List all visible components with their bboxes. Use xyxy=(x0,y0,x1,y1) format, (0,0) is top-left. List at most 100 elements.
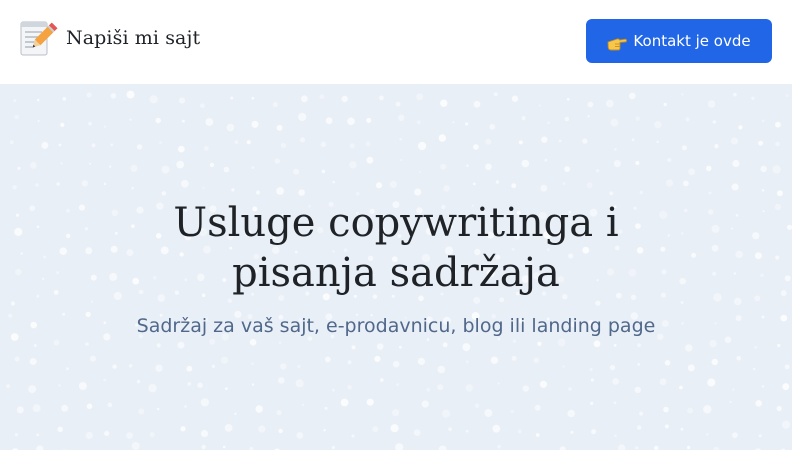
background-dot xyxy=(395,443,404,450)
background-dot xyxy=(683,180,689,187)
background-dot xyxy=(131,186,134,190)
background-dot xyxy=(149,95,158,104)
background-dot xyxy=(762,210,765,213)
background-dot xyxy=(714,144,719,149)
background-dot xyxy=(786,224,792,230)
brand-logo-link[interactable]: Napiši mi sajt xyxy=(18,18,200,58)
background-dot xyxy=(272,102,278,108)
background-dot xyxy=(497,382,500,385)
background-dot xyxy=(231,188,235,192)
background-dot xyxy=(85,247,93,255)
background-dot xyxy=(724,336,732,344)
background-dot xyxy=(465,384,473,392)
background-dot xyxy=(298,112,307,121)
background-dot xyxy=(126,90,135,99)
background-dot xyxy=(148,384,157,393)
background-dot xyxy=(664,360,671,366)
background-dot xyxy=(324,356,331,363)
background-dot xyxy=(751,96,755,100)
background-dot xyxy=(366,398,374,406)
background-dot xyxy=(442,342,448,348)
background-dot xyxy=(590,378,595,382)
background-dot xyxy=(489,124,496,130)
background-dot xyxy=(566,98,570,101)
background-dot xyxy=(126,432,133,439)
background-dot xyxy=(66,233,71,239)
background-dot xyxy=(53,339,60,346)
background-dot xyxy=(366,117,372,123)
background-dot xyxy=(398,114,405,121)
background-dot xyxy=(276,124,283,131)
pointing-hand-icon xyxy=(607,37,628,50)
background-dot xyxy=(613,160,622,168)
background-dot xyxy=(16,406,24,414)
background-dot xyxy=(535,433,540,437)
background-dot xyxy=(103,378,107,382)
background-dot xyxy=(687,407,694,414)
background-dot xyxy=(136,144,143,150)
background-dot xyxy=(731,183,739,191)
background-dot xyxy=(62,312,66,316)
background-dot xyxy=(610,118,619,127)
background-dot xyxy=(663,406,669,413)
background-dot xyxy=(35,183,39,187)
background-dot xyxy=(366,156,374,164)
background-dot xyxy=(782,383,790,391)
background-dot xyxy=(758,140,764,146)
background-dot xyxy=(708,209,714,215)
background-dot xyxy=(666,179,674,187)
background-dot xyxy=(562,182,566,185)
background-dot xyxy=(518,140,523,145)
hero-section: Usluge copywritinga i pisanja sadržaja S… xyxy=(0,84,792,450)
background-dot xyxy=(713,293,722,302)
background-dot xyxy=(251,362,255,366)
background-dot xyxy=(511,95,519,102)
background-dot xyxy=(687,445,691,450)
background-dot xyxy=(775,121,781,128)
background-dot xyxy=(418,141,427,151)
background-dot xyxy=(685,117,690,122)
background-dot xyxy=(205,118,214,126)
background-dot xyxy=(78,382,87,390)
background-dot xyxy=(178,97,185,104)
background-dot xyxy=(36,445,44,450)
background-dot xyxy=(20,252,23,255)
background-dot xyxy=(129,118,132,121)
contact-button[interactable]: Kontakt je ovde xyxy=(586,19,772,63)
background-dot xyxy=(15,213,20,217)
background-dot xyxy=(14,433,19,437)
background-dot xyxy=(255,190,261,195)
background-dot xyxy=(200,398,209,407)
background-dot xyxy=(61,404,69,412)
background-dot xyxy=(706,433,709,436)
background-dot xyxy=(280,142,287,149)
background-dot xyxy=(66,208,70,213)
hero-title: Usluge copywritinga i pisanja sadržaja xyxy=(173,200,619,296)
background-dot xyxy=(664,424,669,429)
background-dot xyxy=(8,313,13,318)
background-dot xyxy=(197,382,203,388)
background-dot xyxy=(465,429,469,433)
background-dot xyxy=(380,378,384,382)
background-dot xyxy=(570,430,574,434)
background-dot xyxy=(754,252,762,260)
background-dot xyxy=(347,384,352,390)
background-dot xyxy=(37,120,40,122)
background-dot xyxy=(511,183,517,189)
background-dot xyxy=(522,385,529,392)
background-dot xyxy=(340,398,349,407)
background-dot xyxy=(707,100,716,108)
background-dot xyxy=(301,403,305,407)
background-dot xyxy=(59,247,67,255)
background-dot xyxy=(104,430,110,436)
background-dot xyxy=(332,180,336,184)
background-dot xyxy=(663,102,667,107)
background-dot xyxy=(780,290,787,297)
background-dot xyxy=(711,224,720,233)
background-dot xyxy=(735,250,743,259)
background-dot xyxy=(374,355,381,362)
background-dot xyxy=(200,103,205,109)
background-dot xyxy=(85,311,91,318)
background-dot xyxy=(42,277,45,280)
background-dot xyxy=(90,300,94,303)
